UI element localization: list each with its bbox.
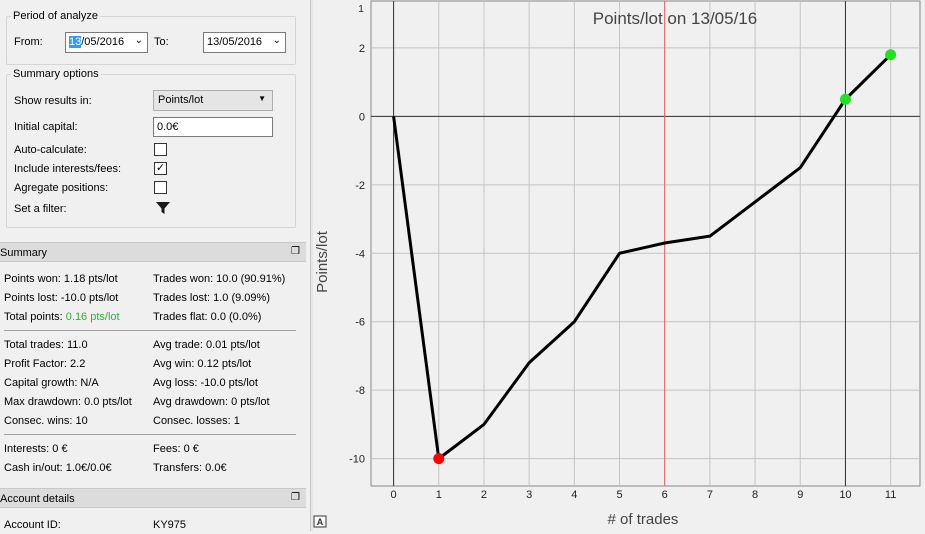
period-legend: Period of analyze [13, 10, 98, 22]
points-won: Points won: 1.18 pts/lot [4, 273, 118, 285]
to-date-value: 13/05/2016 [207, 36, 263, 48]
y-axis-label: Points/lot [314, 230, 331, 293]
fees: Fees: 0 € [153, 443, 199, 455]
cash-in-out: Cash in/out: 1.0€/0.0€ [4, 462, 112, 474]
from-label: From: [14, 36, 43, 48]
y-tick-label: -10 [349, 454, 365, 466]
x-tick-label: 7 [707, 489, 713, 501]
x-tick-label: 5 [616, 489, 622, 501]
y-tick-label: -2 [355, 180, 365, 192]
restore-icon[interactable]: ❐ [291, 492, 300, 503]
aggregate-label: Agregate positions: [14, 182, 109, 194]
summary-options-legend: Summary options [13, 68, 99, 80]
filter-label: Set a filter: [14, 203, 67, 215]
show-results-select[interactable]: Points/lot ▼ [153, 90, 273, 111]
account-title: Account details [0, 493, 75, 505]
initial-capital-value: 0.0€ [157, 121, 179, 133]
from-date-rest: /05/2016 [81, 36, 125, 48]
points-chart: -10 -8 -6 -4 -2 0 2 0 1 2 3 4 5 6 7 8 9 10 11 Points/lot … [313, 0, 921, 528]
chevron-down-icon[interactable]: ⌄ [273, 35, 281, 46]
to-date-picker[interactable]: 13/05/2016 ⌄ [203, 32, 286, 53]
y-tick-label: -8 [355, 385, 365, 397]
dropdown-arrow-icon: ▼ [258, 94, 266, 103]
restore-icon[interactable]: ❐ [291, 246, 300, 257]
auto-calculate-label: Auto-calculate: [14, 144, 87, 156]
divider [4, 330, 296, 331]
consec-losses: Consec. losses: 1 [153, 415, 240, 427]
profit-factor: Profit Factor: 2.2 [4, 358, 86, 370]
account-header: Account details ❐ [0, 488, 306, 508]
x-axis-label: # of trades [608, 511, 679, 528]
y-tick-label: 0 [359, 111, 365, 123]
from-day-selected[interactable]: 13 [69, 36, 82, 48]
x-tick-label: 1 [436, 489, 442, 501]
show-results-label: Show results in: [14, 95, 92, 107]
chart-panel: -10 -8 -6 -4 -2 0 2 0 1 2 3 4 5 6 7 8 9 10 11 Points/lot … [313, 0, 925, 531]
total-points-value: 0.16 pts/lot [65, 311, 120, 323]
summary-header: Summary ❐ [0, 242, 306, 262]
transfers: Transfers: 0.0€ [153, 462, 227, 474]
x-tick-label: 3 [526, 489, 532, 501]
aggregate-checkbox[interactable] [154, 181, 167, 194]
to-label: To: [154, 36, 169, 48]
data-point-marker [885, 49, 897, 61]
interests: Interests: 0 € [4, 443, 68, 455]
initial-capital-label: Initial capital: [14, 121, 78, 133]
filter-icon[interactable] [155, 200, 171, 216]
plot-area [370, 0, 921, 487]
avg-win: Avg win: 0.12 pts/lot [153, 358, 252, 370]
account-id-label: Account ID: [4, 519, 61, 531]
avg-loss: Avg loss: -10.0 pts/lot [153, 377, 258, 389]
auto-calculate-checkbox[interactable] [154, 143, 167, 156]
avg-trade: Avg trade: 0.01 pts/lot [153, 339, 260, 351]
total-trades: Total trades: 11.0 [4, 339, 88, 351]
x-tick-label: 6 [662, 489, 668, 501]
x-tick-label: 2 [481, 489, 487, 501]
left-panel: Period of analyze From: 13/05/2016 ⌄ To:… [0, 0, 310, 531]
account-id-value: KY975 [153, 519, 187, 531]
chevron-down-icon[interactable]: ⌄ [135, 35, 143, 46]
x-tick-label: 11 [885, 489, 896, 501]
trades-flat: Trades flat: 0.0 (0.0%) [153, 311, 262, 323]
total-points: Total points: 0.16 pts/lot [4, 311, 120, 323]
points-lost: Points lost: -10.0 pts/lot [4, 292, 119, 304]
include-fees-label: Include interests/fees: [14, 163, 122, 175]
top-axis-label: 1 [358, 4, 364, 15]
data-point-marker [839, 93, 851, 105]
trades-lost: Trades lost: 1.0 (9.09%) [153, 292, 270, 304]
from-date-picker[interactable]: 13/05/2016 ⌄ [65, 32, 148, 53]
y-tick-labels: -10 -8 -6 -4 -2 0 2 [349, 43, 365, 466]
x-tick-label: 10 [839, 489, 851, 501]
x-tick-label: 4 [571, 489, 577, 501]
trades-won: Trades won: 10.0 (90.91%) [153, 273, 286, 285]
x-tick-label: 9 [797, 489, 803, 501]
checkmark-icon: ✓ [155, 162, 166, 174]
corner-label: A [317, 517, 324, 527]
capital-growth: Capital growth: N/A [4, 377, 99, 389]
avg-drawdown: Avg drawdown: 0 pts/lot [153, 396, 270, 408]
y-tick-label: 2 [359, 43, 365, 55]
max-drawdown: Max drawdown: 0.0 pts/lot [4, 396, 132, 408]
show-results-value: Points/lot [158, 94, 204, 106]
chart-title: Points/lot on 13/05/16 [593, 9, 757, 28]
summary-title: Summary [0, 247, 48, 259]
y-tick-label: -6 [355, 317, 365, 329]
x-tick-label: 0 [391, 489, 397, 501]
consec-wins: Consec. wins: 10 [4, 415, 88, 427]
data-point-marker [433, 453, 445, 465]
x-tick-label: 8 [752, 489, 758, 501]
initial-capital-input[interactable]: 0.0€ [153, 117, 273, 137]
include-fees-checkbox[interactable]: ✓ [154, 162, 167, 175]
total-points-label: Total points: [4, 311, 66, 323]
x-tick-labels: 0 1 2 3 4 5 6 7 8 9 10 11 [391, 489, 897, 501]
divider [4, 434, 296, 435]
y-tick-label: -4 [355, 248, 365, 260]
